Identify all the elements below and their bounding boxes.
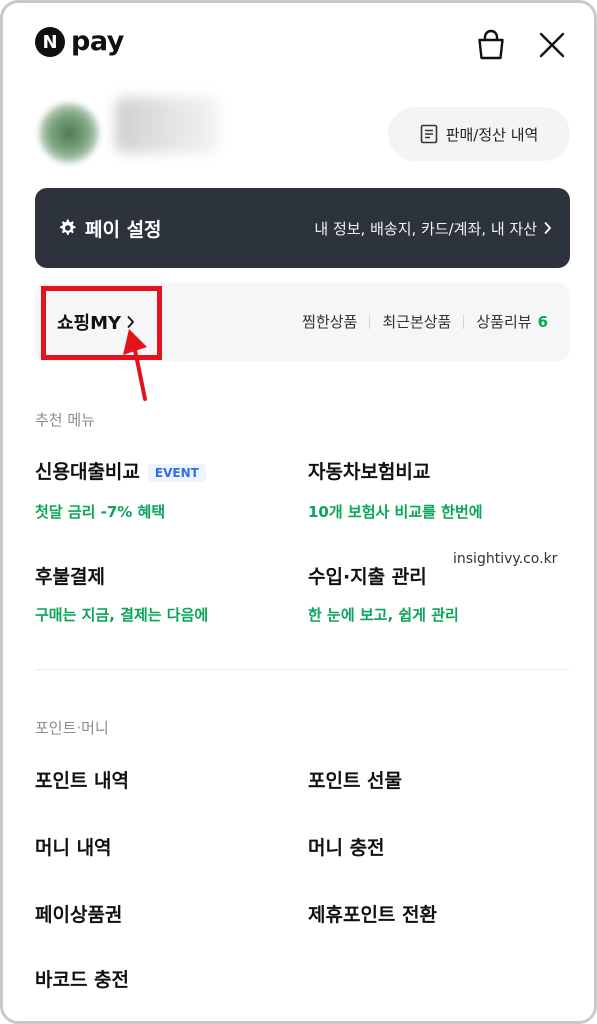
car-insurance-subtitle: 10개 보험사 비교를 한번에 xyxy=(308,503,483,521)
car-insurance-compare[interactable]: 자동차보험비교 xyxy=(308,457,430,484)
pay-gift-card[interactable]: 페이상품권 xyxy=(35,900,122,927)
close-icon xyxy=(539,32,565,58)
sales-settlement-button[interactable]: 판매/정산 내역 xyxy=(388,107,570,161)
blurred-username xyxy=(115,97,219,153)
npay-logo[interactable]: N pay xyxy=(35,27,124,57)
close-button[interactable] xyxy=(534,27,570,63)
shopping-links: 찜한상품 최근본상품 상품리뷰 6 xyxy=(302,311,548,332)
event-badge: EVENT xyxy=(147,463,206,482)
money-history[interactable]: 머니 내역 xyxy=(35,833,112,860)
sales-button-label: 판매/정산 내역 xyxy=(445,125,539,144)
points-money-label: 포인트·머니 xyxy=(35,719,109,737)
deferred-payment-subtitle: 구매는 지금, 결제는 다음에 xyxy=(35,606,209,624)
divider xyxy=(369,314,371,329)
recently-viewed-link[interactable]: 최근본상품 xyxy=(382,311,451,332)
point-history[interactable]: 포인트 내역 xyxy=(35,766,129,793)
income-expense-management[interactable]: 수입·지출 관리 xyxy=(308,562,427,589)
watermark: insightivy.co.kr xyxy=(453,551,558,567)
pay-settings-description: 내 정보, 배송지, 카드/계좌, 내 자산 xyxy=(314,218,552,239)
avatar[interactable] xyxy=(39,103,99,163)
logo-text: pay xyxy=(71,26,124,57)
section-divider xyxy=(35,669,570,670)
pay-settings-bar[interactable]: 페이 설정 내 정보, 배송지, 카드/계좌, 내 자산 xyxy=(35,188,570,268)
deferred-payment[interactable]: 후불결제 xyxy=(35,562,105,589)
point-gift[interactable]: 포인트 선물 xyxy=(308,766,402,793)
app-panel: N pay 판매/정산 내역 페이 설정 내 정보, 배송지, 카드/계좌, 내… xyxy=(0,0,597,1024)
red-arrow-icon xyxy=(123,329,147,401)
product-review-link[interactable]: 상품리뷰 6 xyxy=(476,311,548,332)
shopping-bag-button[interactable] xyxy=(473,27,509,63)
product-review-label: 상품리뷰 xyxy=(476,313,532,331)
naver-n-icon: N xyxy=(35,27,65,57)
credit-loan-compare[interactable]: 신용대출비교 EVENT xyxy=(35,457,206,484)
money-charge[interactable]: 머니 충전 xyxy=(308,833,385,860)
chevron-right-icon xyxy=(543,221,552,235)
divider xyxy=(463,314,465,329)
document-icon xyxy=(420,124,438,144)
review-count: 6 xyxy=(537,313,548,331)
pay-settings-title: 페이 설정 xyxy=(85,218,162,241)
gear-icon xyxy=(57,218,77,238)
credit-loan-title: 신용대출비교 xyxy=(35,461,140,483)
partner-point-conversion[interactable]: 제휴포인트 전환 xyxy=(308,900,437,927)
credit-loan-subtitle: 첫달 금리 -7% 혜택 xyxy=(35,503,166,521)
barcode-charge[interactable]: 바코드 충전 xyxy=(35,965,129,992)
income-expense-subtitle: 한 눈에 보고, 쉽게 관리 xyxy=(308,606,459,624)
shopping-bag-icon xyxy=(478,29,504,60)
recommended-menu-label: 추천 메뉴 xyxy=(35,411,95,429)
wishlist-link[interactable]: 찜한상품 xyxy=(302,311,357,332)
pay-settings-desc-text: 내 정보, 배송지, 카드/계좌, 내 자산 xyxy=(314,219,537,238)
